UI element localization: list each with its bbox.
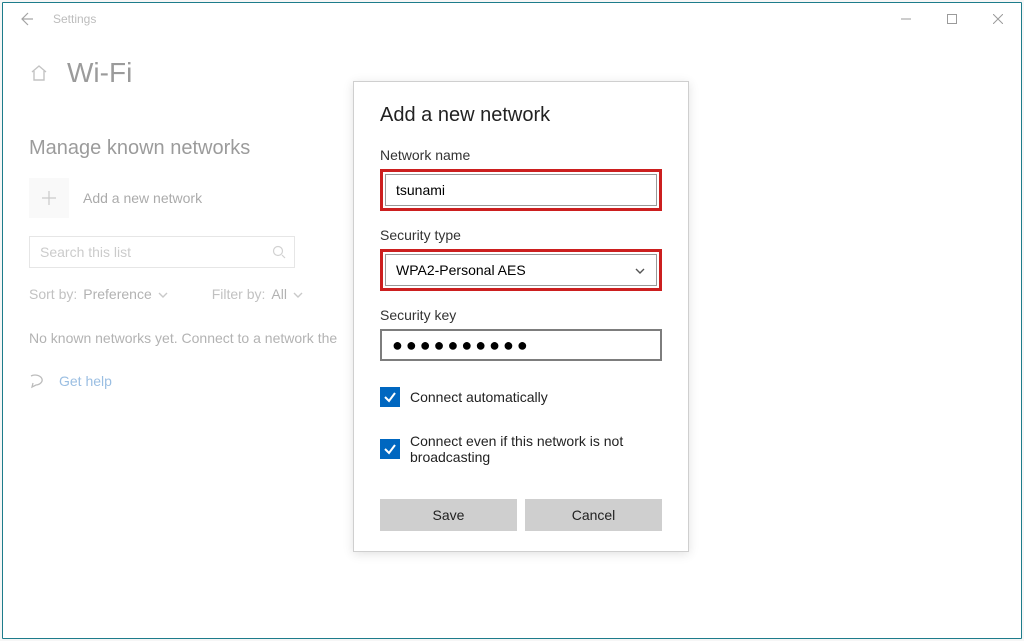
connect-hidden-checkbox[interactable]: Connect even if this network is not broa…: [380, 433, 662, 465]
save-button[interactable]: Save: [380, 499, 517, 531]
search-box[interactable]: [29, 236, 295, 268]
dialog-title: Add a new network: [380, 104, 662, 127]
chevron-down-icon: [634, 262, 646, 278]
network-name-input[interactable]: [385, 174, 657, 206]
dialog-button-row: Save Cancel: [380, 499, 662, 531]
connect-auto-label: Connect automatically: [410, 389, 548, 405]
home-icon: [29, 63, 49, 83]
page-title: Wi-Fi: [67, 57, 132, 89]
get-help-label[interactable]: Get help: [59, 373, 112, 389]
chevron-down-icon: [293, 286, 303, 302]
filter-by-dropdown[interactable]: Filter by: All: [212, 286, 303, 302]
security-type-select[interactable]: WPA2-Personal AES: [385, 254, 657, 286]
help-icon: [29, 372, 47, 390]
title-bar: Settings: [3, 3, 1021, 35]
filter-value: All: [271, 286, 287, 302]
security-key-label: Security key: [380, 307, 662, 323]
security-type-label: Security type: [380, 227, 662, 243]
connect-hidden-label: Connect even if this network is not broa…: [410, 433, 662, 465]
add-network-label: Add a new network: [83, 190, 202, 206]
network-name-label: Network name: [380, 147, 662, 163]
minimize-button[interactable]: [883, 3, 929, 35]
plus-icon: [40, 189, 58, 207]
checkbox-checked-icon: [380, 439, 400, 459]
close-button[interactable]: [975, 3, 1021, 35]
empty-state-message: No known networks yet. Connect to a netw…: [29, 330, 349, 346]
settings-window: Settings Wi-Fi Manage known networks Add…: [2, 2, 1022, 639]
checkbox-checked-icon: [380, 387, 400, 407]
filter-prefix: Filter by:: [212, 286, 266, 302]
sort-value: Preference: [83, 286, 151, 302]
plus-tile: [29, 178, 69, 218]
cancel-button[interactable]: Cancel: [525, 499, 662, 531]
security-key-input[interactable]: [380, 329, 662, 361]
security-type-highlight: WPA2-Personal AES: [380, 249, 662, 291]
back-button[interactable]: [3, 3, 49, 35]
app-title: Settings: [53, 12, 96, 26]
security-type-value: WPA2-Personal AES: [396, 262, 526, 278]
connect-auto-checkbox[interactable]: Connect automatically: [380, 387, 662, 407]
maximize-button[interactable]: [929, 3, 975, 35]
arrow-left-icon: [18, 11, 34, 27]
search-input[interactable]: [40, 244, 272, 260]
search-icon: [272, 243, 286, 261]
minimize-icon: [901, 14, 911, 24]
sort-by-dropdown[interactable]: Sort by: Preference: [29, 286, 168, 302]
close-icon: [993, 14, 1003, 24]
maximize-icon: [947, 14, 957, 24]
add-network-dialog: Add a new network Network name Security …: [353, 81, 689, 552]
network-name-highlight: [380, 169, 662, 211]
chevron-down-icon: [158, 286, 168, 302]
sort-prefix: Sort by:: [29, 286, 77, 302]
